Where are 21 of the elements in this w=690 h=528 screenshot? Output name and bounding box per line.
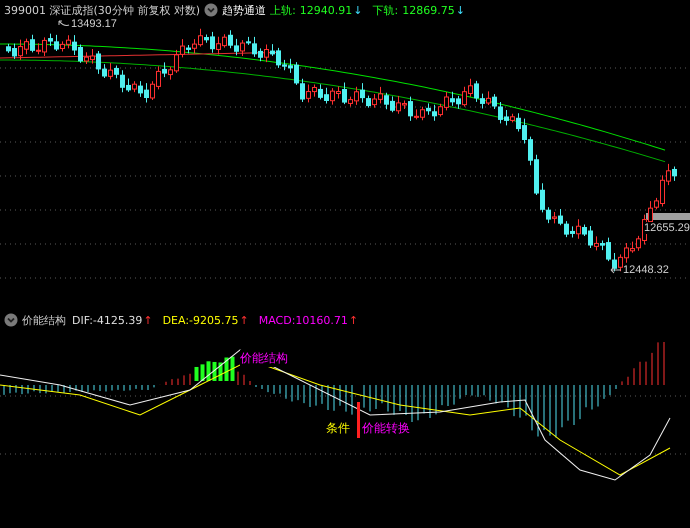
upper-band-value: 12940.91 (300, 4, 352, 16)
indicator-value: DIF:-4125.39 (72, 314, 142, 326)
up-arrow: ↑ (240, 314, 249, 326)
lower-band-label: 下轨: (372, 2, 398, 18)
indicator-value: DEA:-9205.75 (162, 314, 238, 326)
up-arrow: ↑ (348, 314, 358, 326)
price-label: 12655.29 (644, 222, 690, 234)
stock-title: 399001 深证成指(30分钟 前复权 对数) (4, 2, 200, 18)
signal-label: 价能结构 (240, 350, 288, 367)
price-label: 12448.32 (623, 264, 669, 276)
indicator-name: 价能结构 (22, 312, 66, 328)
down-arrow: ↓ (353, 4, 362, 16)
price-label: 13493.17 (71, 18, 117, 30)
lower-band-value: 12869.75 (402, 4, 455, 16)
upper-band-label: 上轨: (270, 2, 296, 18)
up-arrow: ↑ (143, 314, 153, 326)
down-arrow: ↓ (456, 4, 465, 16)
signal-label: 价能转换 (362, 420, 410, 437)
indicator-value: MACD:10160.71 (258, 314, 348, 326)
indicator-name: 趋势通道 (222, 2, 266, 18)
signal-label: 条件 (326, 420, 350, 437)
